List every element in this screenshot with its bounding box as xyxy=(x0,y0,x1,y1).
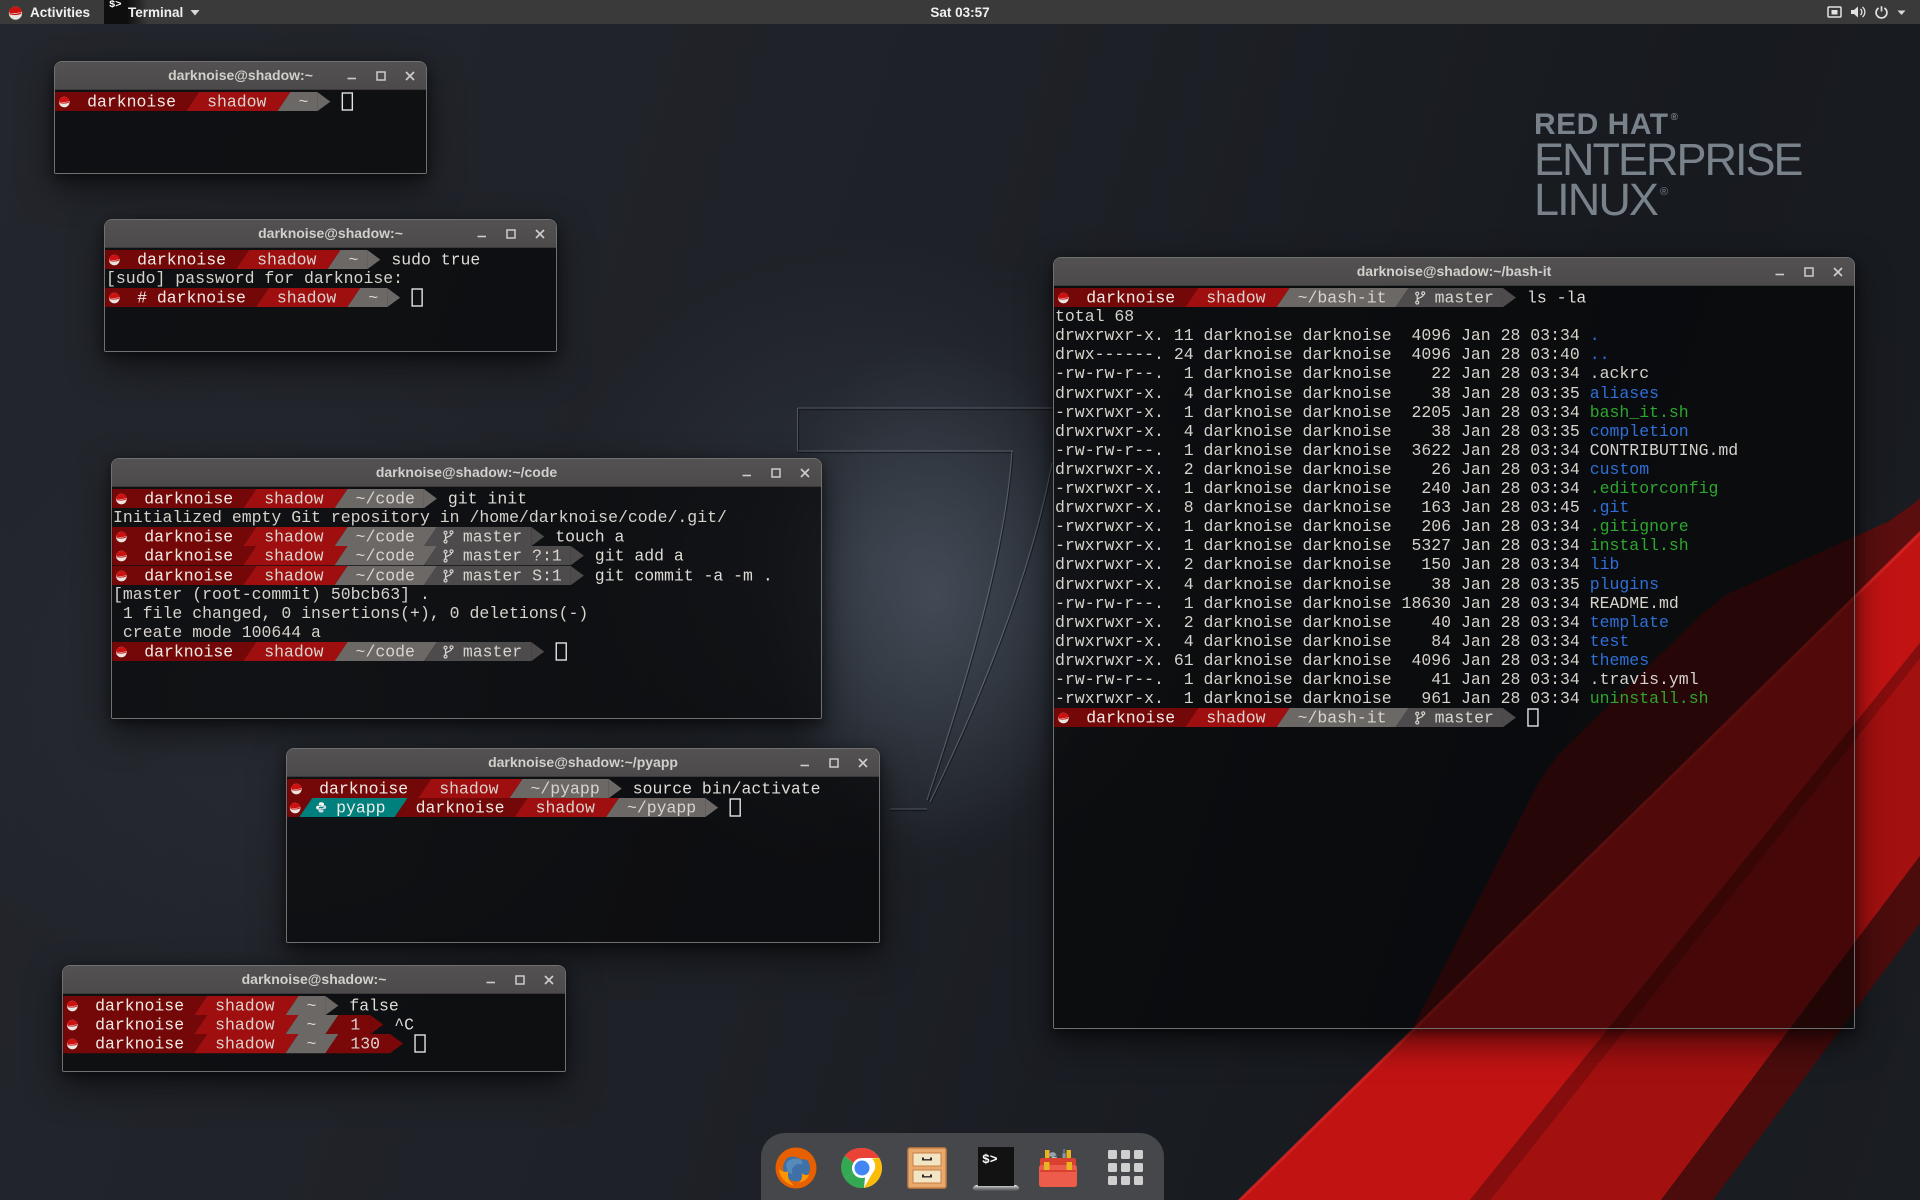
svg-text:git init: git init xyxy=(448,490,527,509)
svg-text:~/code: ~/code xyxy=(356,490,415,509)
svg-text:shadow: shadow xyxy=(264,566,323,585)
svg-text:^C: ^C xyxy=(394,1016,414,1035)
svg-text:darknoise: darknoise xyxy=(144,490,233,509)
svg-text:darknoise: darknoise xyxy=(144,528,233,547)
svg-text:darknoise: darknoise xyxy=(319,780,408,799)
svg-text:master S:1: master S:1 xyxy=(463,566,562,585)
svg-text:shadow: shadow xyxy=(257,251,316,270)
svg-text:~/code: ~/code xyxy=(356,528,415,547)
svg-text:shadow: shadow xyxy=(1206,709,1265,728)
svg-text:ls -la: ls -la xyxy=(1527,289,1586,308)
svg-text:master: master xyxy=(463,643,522,662)
svg-text:master: master xyxy=(1435,709,1494,728)
svg-text:shadow: shadow xyxy=(215,997,274,1016)
svg-text:~: ~ xyxy=(348,251,358,270)
svg-text:~: ~ xyxy=(307,1035,317,1054)
svg-text:darknoise: darknoise xyxy=(1086,709,1175,728)
svg-text:130: 130 xyxy=(350,1035,380,1054)
svg-text:darknoise: darknoise xyxy=(144,566,233,585)
svg-text:$>: $> xyxy=(982,1152,998,1167)
svg-text:~: ~ xyxy=(307,1016,317,1035)
svg-text:sudo true: sudo true xyxy=(391,251,480,270)
svg-text:~/code: ~/code xyxy=(356,643,415,662)
svg-text:shadow: shadow xyxy=(264,643,323,662)
svg-text:git add a: git add a xyxy=(595,547,684,566)
svg-text:~/bash-it: ~/bash-it xyxy=(1298,709,1387,728)
svg-text:shadow: shadow xyxy=(215,1035,274,1054)
svg-text:darknoise: darknoise xyxy=(416,799,505,818)
svg-text:shadow: shadow xyxy=(207,93,266,112)
svg-text:shadow: shadow xyxy=(264,528,323,547)
svg-text:master ?:1: master ?:1 xyxy=(463,547,562,566)
svg-text:master: master xyxy=(1435,289,1494,308)
svg-text:darknoise: darknoise xyxy=(87,93,176,112)
svg-text:shadow: shadow xyxy=(439,780,498,799)
svg-text:pyapp: pyapp xyxy=(336,799,385,818)
svg-text:git commit -a -m .: git commit -a -m . xyxy=(595,566,773,585)
svg-text:~/pyapp: ~/pyapp xyxy=(531,780,600,799)
svg-text:darknoise: darknoise xyxy=(95,997,184,1016)
svg-text:shadow: shadow xyxy=(536,799,595,818)
svg-text:darknoise: darknoise xyxy=(137,251,226,270)
svg-text:darknoise: darknoise xyxy=(144,643,233,662)
svg-text:shadow: shadow xyxy=(264,547,323,566)
svg-text:darknoise: darknoise xyxy=(95,1016,184,1035)
svg-text:shadow: shadow xyxy=(1206,289,1265,308)
svg-text:darknoise: darknoise xyxy=(95,1035,184,1054)
svg-text:darknoise: darknoise xyxy=(144,547,233,566)
svg-text:shadow: shadow xyxy=(277,289,336,308)
svg-text:source bin/activate: source bin/activate xyxy=(633,780,821,799)
svg-text:~/code: ~/code xyxy=(356,547,415,566)
svg-text:1: 1 xyxy=(350,1016,360,1035)
svg-text:~: ~ xyxy=(307,997,317,1016)
svg-text:~: ~ xyxy=(298,93,308,112)
svg-text:~/code: ~/code xyxy=(356,566,415,585)
svg-text:touch a: touch a xyxy=(555,528,624,547)
svg-text:false: false xyxy=(349,997,398,1016)
svg-text:~/pyapp: ~/pyapp xyxy=(627,799,696,818)
svg-text:# darknoise: # darknoise xyxy=(137,289,246,308)
svg-text:darknoise: darknoise xyxy=(1086,289,1175,308)
svg-text:shadow: shadow xyxy=(215,1016,274,1035)
svg-text:~/bash-it: ~/bash-it xyxy=(1298,289,1387,308)
svg-text:~: ~ xyxy=(368,289,378,308)
svg-text:shadow: shadow xyxy=(264,490,323,509)
svg-text:master: master xyxy=(463,528,522,547)
